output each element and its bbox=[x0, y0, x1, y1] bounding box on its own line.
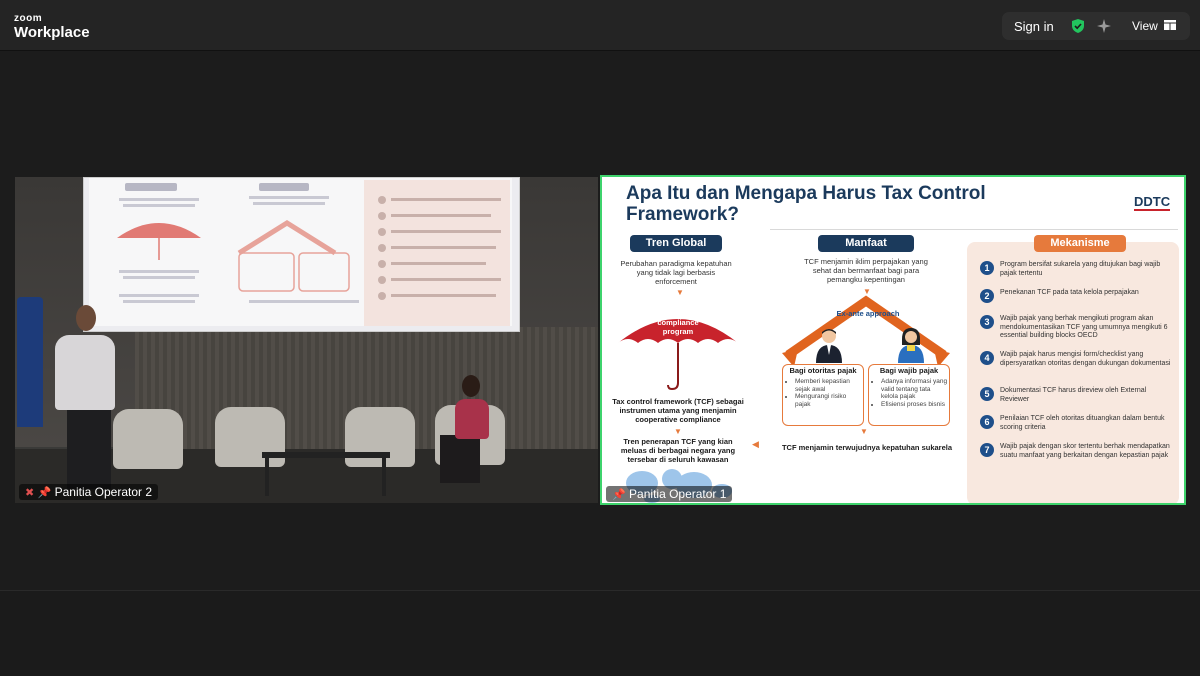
armchair bbox=[345, 407, 415, 467]
view-button[interactable]: View bbox=[1132, 19, 1158, 33]
mekanisme-item: 4 Wajib pajak harus mengisi form/checkli… bbox=[980, 351, 1175, 379]
panelist bbox=[455, 399, 489, 439]
header-mekanisme: Mekanisme bbox=[1034, 235, 1126, 252]
speaker-legs bbox=[67, 409, 111, 489]
box-otoritas-pajak: Bagi otoritas pajak Memberi kepastian se… bbox=[782, 364, 864, 426]
tax-officer-avatar bbox=[816, 329, 842, 363]
shield-check-icon[interactable] bbox=[1070, 18, 1086, 34]
armchair bbox=[215, 407, 285, 467]
step-number-badge: 5 bbox=[980, 387, 994, 401]
speaker bbox=[55, 335, 115, 410]
sign-in-button[interactable]: Sign in bbox=[1014, 19, 1054, 34]
header-manfaat: Manfaat bbox=[818, 235, 914, 252]
ai-sparkle-icon[interactable] bbox=[1096, 18, 1112, 34]
participant-name-tag: ✖ 📌 Panitia Operator 2 bbox=[19, 484, 158, 500]
mekanisme-item: 7 Wajib pajak dengan skor tertentu berha… bbox=[980, 443, 1175, 471]
top-bar: zoom Workplace Sign in View bbox=[0, 0, 1200, 51]
participant-name-tag: 📌 Panitia Operator 1 bbox=[606, 486, 733, 502]
step-text: Penekanan TCF pada tata kelola perpajaka… bbox=[1000, 289, 1139, 296]
ex-ante-label: Ex-ante approach bbox=[836, 309, 900, 318]
list-item: Adanya informasi yang valid tentang tata… bbox=[881, 378, 949, 401]
step-number-badge: 4 bbox=[980, 351, 994, 365]
participant-name: Panitia Operator 2 bbox=[54, 485, 152, 499]
box-otoritas-list: Memberi kepastian sejak awal Mengurangi … bbox=[787, 378, 863, 408]
arrow-left-icon: ◀ bbox=[752, 439, 759, 449]
step-text: Wajib pajak dengan skor tertentu berhak … bbox=[1000, 443, 1170, 459]
step-number-badge: 2 bbox=[980, 289, 994, 303]
projected-slide bbox=[89, 178, 512, 326]
projection-screen bbox=[83, 177, 520, 332]
top-right-controls: Sign in View bbox=[1002, 12, 1190, 40]
title-divider bbox=[770, 229, 1178, 230]
mekanisme-item: 2 Penekanan TCF pada tata kelola perpaja… bbox=[980, 289, 1175, 317]
logo-text: DDTC bbox=[1134, 194, 1170, 209]
slide-title: Apa Itu dan Mengapa Harus Tax Control Fr… bbox=[626, 183, 986, 225]
mekanisme-item: 5 Dokumentasi TCF harus direview oleh Ex… bbox=[980, 387, 1175, 415]
panelist-head bbox=[462, 375, 480, 397]
mic-muted-icon: ✖ bbox=[25, 487, 35, 499]
pin-icon: 📌 bbox=[612, 489, 626, 501]
video-tile-operator-2[interactable]: ✖ 📌 Panitia Operator 2 bbox=[15, 177, 598, 503]
bottom-bar bbox=[0, 590, 1200, 676]
step-text: Program bersifat sukarela yang ditujukan… bbox=[1000, 261, 1161, 277]
list-item: Mengurangi risiko pajak bbox=[795, 393, 863, 408]
header-tren-global: Tren Global bbox=[630, 235, 722, 252]
pin-icon: 📌 bbox=[37, 487, 52, 499]
armchair bbox=[113, 409, 183, 469]
grid-view-icon[interactable] bbox=[1164, 20, 1176, 30]
step-number-badge: 6 bbox=[980, 415, 994, 429]
step-text: Wajib pajak harus mengisi form/checklist… bbox=[1000, 351, 1171, 367]
video-tile-operator-1[interactable]: Apa Itu dan Mengapa Harus Tax Control Fr… bbox=[600, 175, 1186, 505]
step-number-badge: 1 bbox=[980, 261, 994, 275]
mekanisme-item: 3 Wajib pajak yang berhak mengikuti prog… bbox=[980, 315, 1175, 343]
step-text: Dokumentasi TCF harus direview oleh Exte… bbox=[1000, 387, 1147, 403]
participant-name: Panitia Operator 1 bbox=[629, 487, 727, 501]
zoom-logo-text: zoom bbox=[14, 13, 43, 24]
speaker-head bbox=[76, 305, 96, 331]
step-number-badge: 7 bbox=[980, 443, 994, 457]
list-item: Memberi kepastian sejak awal bbox=[795, 378, 863, 393]
box-wajib-title: Bagi wajib pajak bbox=[879, 366, 939, 375]
manfaat-intro: TCF menjamin iklim perpajakan yang sehat… bbox=[804, 257, 928, 284]
tren-global-point-2: Tren penerapan TCF yang kian meluas di b… bbox=[620, 437, 736, 464]
step-number-badge: 3 bbox=[980, 315, 994, 329]
table-leg bbox=[265, 458, 269, 496]
umbrella-label: Cooperative compliance program bbox=[656, 309, 700, 336]
manfaat-conclusion: TCF menjamin terwujudnya kepatuhan sukar… bbox=[781, 443, 953, 452]
arrow-down-icon: ▼ bbox=[676, 288, 684, 297]
list-item: Efisiensi proses bisnis bbox=[881, 401, 949, 409]
box-otoritas-title: Bagi otoritas pajak bbox=[789, 366, 857, 375]
box-wajib-pajak: Bagi wajib pajak Adanya informasi yang v… bbox=[868, 364, 950, 426]
mekanisme-item: 1 Program bersifat sukarela yang ditujuk… bbox=[980, 261, 1175, 289]
coffee-table bbox=[262, 452, 390, 458]
workplace-logo-text: Workplace bbox=[14, 24, 90, 41]
arrow-down-icon: ▼ bbox=[860, 427, 868, 436]
panelist-legs bbox=[440, 435, 480, 483]
taxpayer-avatar bbox=[898, 328, 924, 363]
mekanisme-item: 6 Penilaian TCF oleh otoritas dituangkan… bbox=[980, 415, 1175, 443]
step-text: Wajib pajak yang berhak mengikuti progra… bbox=[1000, 315, 1168, 339]
tren-global-point-1: Tax control framework (TCF) sebagai inst… bbox=[612, 397, 744, 424]
step-text: Penilaian TCF oleh otoritas dituangkan d… bbox=[1000, 415, 1165, 431]
table-leg bbox=[382, 458, 386, 496]
flag bbox=[17, 297, 43, 427]
box-wajib-list: Adanya informasi yang valid tentang tata… bbox=[873, 378, 949, 408]
ddtc-logo: DDTC bbox=[1134, 194, 1170, 211]
arrow-down-icon: ▼ bbox=[674, 427, 682, 436]
tren-global-intro: Perubahan paradigma kepatuhan yang tidak… bbox=[620, 259, 732, 286]
